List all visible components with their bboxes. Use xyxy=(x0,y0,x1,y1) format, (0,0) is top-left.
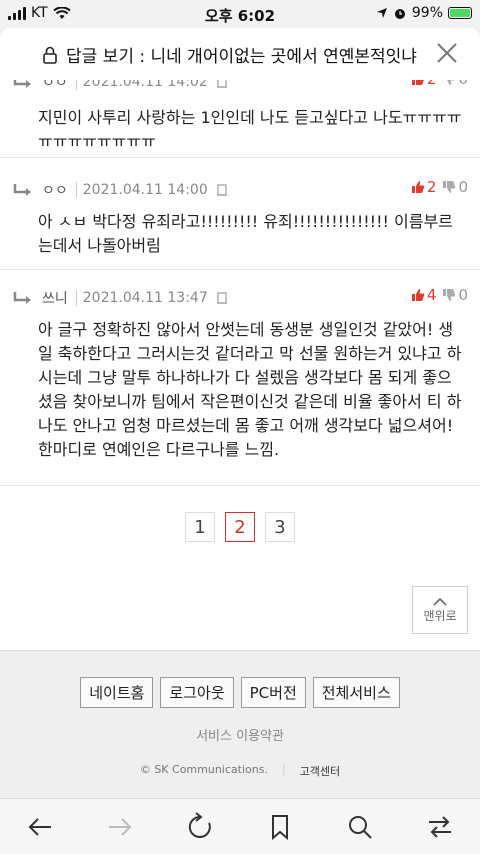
thumbs-down-icon xyxy=(443,181,456,193)
terms-link[interactable]: 서비스 이용약관 xyxy=(0,725,480,744)
comment-text: 지민이 사투리 사랑하는 1인인데 나도 듣고싶다고 나도ㅠㅠㅠㅠㅠㅠㅠㅠㅠㅠㅠ… xyxy=(38,108,462,151)
scroll-top-button[interactable]: 맨위로 xyxy=(412,586,468,634)
scroll-top-label: 맨위로 xyxy=(423,608,457,623)
thumbs-up-icon xyxy=(411,181,425,193)
pc-version-button[interactable]: PC버전 xyxy=(240,677,306,708)
browser-toolbar xyxy=(0,798,480,854)
battery-icon xyxy=(448,7,472,19)
comment-author[interactable]: ㅇㅇ xyxy=(42,180,68,200)
reply-list: ㅇㅇ 2021.04.11 14:02 2 0 지민이 사투리 사랑하는 1인인… xyxy=(0,80,480,650)
report-icon[interactable] xyxy=(216,183,228,197)
comment-date: 2021.04.11 14:02 xyxy=(75,80,208,90)
report-icon[interactable] xyxy=(216,291,228,305)
footer-buttons: 네이트홈 로그아웃 PC버전 전체서비스 xyxy=(0,677,480,708)
comment-votes: 2 0 xyxy=(411,178,468,196)
pagination: 1 2 3 xyxy=(0,512,480,542)
sheet-title: 답글 보기 : 니네 개어이없는 곳에서 연옌본적잇냐 xyxy=(42,42,417,67)
sheet-title-text: 답글 보기 : 니네 개어이없는 곳에서 연옌본적잇냐 xyxy=(66,47,417,67)
reply-arrow-icon xyxy=(13,292,31,304)
downvote-count: 0 xyxy=(458,80,468,88)
back-arrow-icon[interactable] xyxy=(24,811,56,843)
comment-votes: 2 0 xyxy=(411,80,468,88)
reply-arrow-icon xyxy=(13,184,31,196)
thumbs-down-icon xyxy=(443,80,456,85)
comment-text: 아 ㅅㅂ 박다정 유죄라고!!!!!!!!! 유죄!!!!!!!!!!!!!!!… xyxy=(38,212,453,255)
tabs-switch-icon[interactable] xyxy=(424,811,456,843)
comment-date: 2021.04.11 14:00 xyxy=(75,182,208,198)
thumbs-down-icon xyxy=(443,289,456,301)
downvote-button[interactable]: 0 xyxy=(442,286,468,304)
customer-center-link[interactable]: 고객센터 xyxy=(300,763,340,779)
page-3-button[interactable]: 3 xyxy=(265,512,295,542)
upvote-count: 2 xyxy=(426,178,437,196)
forward-arrow-icon[interactable] xyxy=(104,811,136,843)
close-icon[interactable] xyxy=(434,40,460,66)
status-right: 99% xyxy=(376,5,472,21)
footer: 네이트홈 로그아웃 PC버전 전체서비스 서비스 이용약관 © SK Commu… xyxy=(0,650,480,798)
downvote-button[interactable]: 0 xyxy=(442,80,468,88)
status-bar: KT 오후 6:02 99% xyxy=(0,0,480,28)
sheet-header: 답글 보기 : 니네 개어이없는 곳에서 연옌본적잇냐 xyxy=(0,28,480,80)
comment-author[interactable]: 쓰니 xyxy=(42,288,68,308)
comment-text: 아 글구 정확하진 않아서 안썻는데 동생분 생일인것 같았어! 생일 축하한다… xyxy=(38,320,462,459)
upvote-count: 4 xyxy=(426,286,437,304)
downvote-count: 0 xyxy=(458,286,468,304)
all-services-button[interactable]: 전체서비스 xyxy=(312,677,400,708)
comment-author[interactable]: ㅇㅇ xyxy=(42,80,68,92)
footer-copyright-row: © SK Communications. | 고객센터 xyxy=(0,763,480,779)
thumbs-up-icon xyxy=(411,80,424,85)
page-1-button[interactable]: 1 xyxy=(185,512,215,542)
reply-arrow-icon xyxy=(13,80,31,88)
comment-item: 쓰니 2021.04.11 13:47 4 0 아 글구 정확하진 않아서 안썻… xyxy=(0,270,480,486)
battery-percent: 99% xyxy=(411,5,443,21)
thumbs-up-icon xyxy=(411,289,425,301)
report-icon[interactable] xyxy=(216,80,228,89)
upvote-count: 2 xyxy=(427,80,437,88)
upvote-button[interactable]: 2 xyxy=(411,80,437,88)
downvote-count: 0 xyxy=(458,178,468,196)
nate-home-button[interactable]: 네이트홈 xyxy=(80,677,154,708)
copyright-text: © SK Communications. xyxy=(139,763,268,776)
comment-item: ㅇㅇ 2021.04.11 14:02 2 0 지민이 사투리 사랑하는 1인인… xyxy=(0,80,480,158)
search-icon[interactable] xyxy=(344,811,376,843)
comment-meta: ㅇㅇ 2021.04.11 14:00 xyxy=(12,180,228,200)
location-icon xyxy=(376,8,387,18)
footer-separator: | xyxy=(281,763,286,776)
reload-icon[interactable] xyxy=(184,811,216,843)
comment-votes: 4 0 xyxy=(411,286,468,304)
comment-item: ㅇㅇ 2021.04.11 14:00 2 0 아 ㅅㅂ 박다정 유죄라고!!!… xyxy=(0,158,480,270)
page-2-button[interactable]: 2 xyxy=(225,512,255,542)
bookmark-icon[interactable] xyxy=(264,811,296,843)
chevron-up-icon xyxy=(433,597,447,606)
downvote-button[interactable]: 0 xyxy=(442,178,468,196)
lock-icon xyxy=(43,46,57,64)
alarm-icon xyxy=(394,9,405,19)
upvote-button[interactable]: 2 xyxy=(411,178,437,196)
comment-meta: 쓰니 2021.04.11 13:47 xyxy=(12,288,228,308)
comment-date: 2021.04.11 13:47 xyxy=(75,290,208,306)
upvote-button[interactable]: 4 xyxy=(411,286,437,304)
comment-meta: ㅇㅇ 2021.04.11 14:02 xyxy=(12,80,228,92)
logout-button[interactable]: 로그아웃 xyxy=(160,677,234,708)
